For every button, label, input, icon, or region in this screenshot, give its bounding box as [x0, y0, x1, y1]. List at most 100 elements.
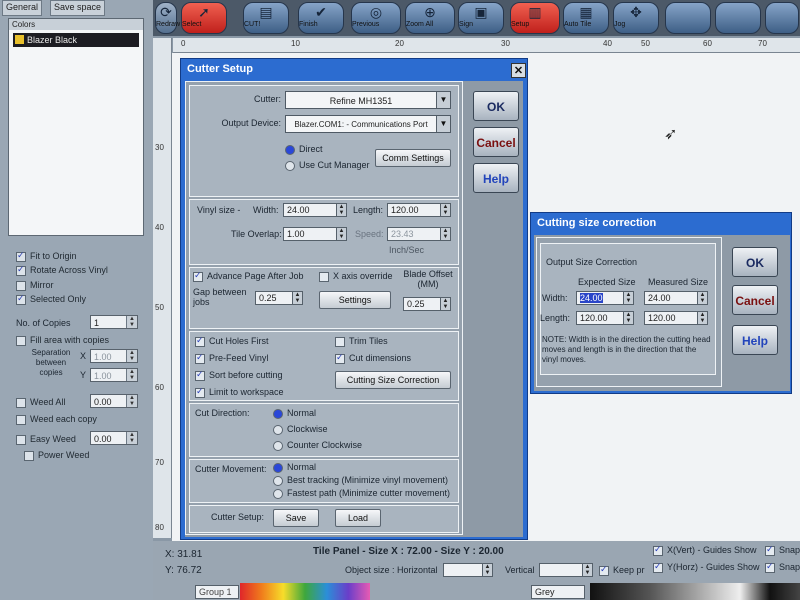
cutting-size-correction-button[interactable]: Cutting Size Correction [335, 371, 451, 389]
help-button[interactable]: Help [473, 163, 519, 193]
direction-normal-radio[interactable]: Normal [273, 408, 316, 419]
output-device-select[interactable]: Blazer.COM1: - Communications Port ▼ [285, 115, 451, 133]
easy-weed-checkbox[interactable]: Easy Weed [16, 434, 76, 445]
tile-overlap-input[interactable]: 1.00 ▲ ▼ [283, 227, 347, 241]
toolbar-blank-button[interactable] [715, 2, 761, 34]
movement-fastest-path-radio[interactable]: Fastest path (Minimize cutter movement) [273, 488, 450, 499]
sep-x-label: X [80, 351, 87, 361]
easy-weed-input[interactable]: 0.00 ▲ ▼ [90, 431, 138, 445]
expected-length-input[interactable]: 120.00 ▲ ▼ [576, 311, 634, 325]
v-tick: 30 [155, 143, 164, 152]
redraw-button[interactable]: ⟳ Redraw [155, 2, 180, 34]
color-palette[interactable] [240, 583, 370, 600]
expected-width-input[interactable]: 24.00 ▲ ▼ [576, 291, 634, 305]
movement-normal-radio[interactable]: Normal [273, 462, 316, 473]
gap-input[interactable]: 0.25 ▲ ▼ [255, 291, 303, 305]
jog-button[interactable]: ✥ Jog [613, 2, 659, 34]
ok-button[interactable]: OK [732, 247, 778, 277]
cutter-icon: ▤ [259, 4, 273, 20]
tab-general[interactable]: General [2, 0, 43, 16]
direction-counter-clockwise-label: Counter Clockwise [287, 440, 363, 450]
fill-area-checkbox[interactable]: Fill area with copies [16, 335, 109, 346]
tile-overlap-label: Tile Overlap: [231, 229, 282, 239]
left-panel: General Save space Colors Blazer Black F… [0, 0, 153, 600]
load-button[interactable]: Load [335, 509, 381, 527]
checkbox-box [24, 450, 34, 461]
rotate-across-vinyl-checkbox[interactable]: Rotate Across Vinyl [16, 264, 108, 276]
x-guides-checkbox[interactable]: X(Vert) - Guides Show [653, 544, 757, 556]
cursor-x-readout: X: 31.81 [165, 549, 203, 560]
grey-palette[interactable] [590, 583, 800, 600]
object-width-input[interactable]: ▲ ▼ [443, 563, 493, 577]
weed-each-copy-checkbox[interactable]: Weed each copy [16, 414, 97, 425]
mirror-checkbox[interactable]: Mirror [16, 280, 54, 291]
speed-input[interactable]: 23.43 ▲ ▼ [387, 227, 451, 241]
copies-input[interactable]: 1 ▲ ▼ [90, 315, 138, 329]
weed-all-input[interactable]: 0.00 ▲ ▼ [90, 394, 138, 408]
toolbar-blank-button[interactable] [665, 2, 711, 34]
limit-to-workspace-checkbox[interactable]: Limit to workspace [195, 386, 284, 398]
direction-counter-clockwise-radio[interactable]: Counter Clockwise [273, 440, 362, 451]
direction-clockwise-radio[interactable]: Clockwise [273, 424, 328, 435]
select-button[interactable]: ➚ Select [181, 2, 227, 34]
finish-button[interactable]: ✔ Finish [298, 2, 344, 34]
h-tick: 10 [291, 39, 300, 48]
width-label: Width: [542, 293, 568, 303]
colors-header: Colors [9, 19, 143, 30]
setup-button[interactable]: ▥ Setup [510, 2, 560, 34]
h-tick: 70 [758, 39, 767, 48]
h-tick: 50 [641, 39, 650, 48]
save-button[interactable]: Save [273, 509, 319, 527]
measured-length-input[interactable]: 120.00 ▲ ▼ [644, 311, 708, 325]
settings-button[interactable]: Settings [319, 291, 391, 309]
selected-only-checkbox[interactable]: Selected Only [16, 293, 86, 305]
width-input[interactable]: 24.00 ▲ ▼ [283, 203, 347, 217]
measured-width-input[interactable]: 24.00 ▲ ▼ [644, 291, 708, 305]
movement-best-tracking-radio[interactable]: Best tracking (Minimize vinyl movement) [273, 475, 448, 486]
sort-before-cutting-checkbox[interactable]: Sort before cutting [195, 369, 283, 381]
help-button[interactable]: Help [732, 325, 778, 355]
tab-save-space[interactable]: Save space [50, 0, 106, 16]
direct-radio[interactable]: Direct [285, 144, 323, 155]
use-cut-manager-radio[interactable]: Use Cut Manager [285, 160, 370, 171]
cancel-button[interactable]: Cancel [732, 285, 778, 315]
trim-tiles-checkbox[interactable]: Trim Tiles [335, 336, 388, 347]
auto-tile-button[interactable]: ▦ Auto Tile [563, 2, 609, 34]
weed-all-checkbox[interactable]: Weed All [16, 397, 65, 408]
x-axis-override-checkbox[interactable]: X axis override [319, 271, 393, 282]
snap-x-checkbox[interactable]: Snap [765, 544, 800, 556]
color-item-blazer-black[interactable]: Blazer Black [13, 33, 139, 47]
cutter-select[interactable]: Refine MH1351 ▼ [285, 91, 451, 109]
cut-button[interactable]: ▤ CUT! [243, 2, 289, 34]
sign-button[interactable]: ▣ Sign [458, 2, 504, 34]
advance-page-checkbox[interactable]: Advance Page After Job [193, 270, 304, 282]
weed-all-label: Weed All [30, 397, 66, 407]
ok-button[interactable]: OK [473, 91, 519, 121]
toolbar-blank-button[interactable] [765, 2, 799, 34]
cursor-y-readout: Y: 76.72 [165, 565, 202, 576]
y-guides-checkbox[interactable]: Y(Horz) - Guides Show [653, 561, 760, 573]
checkbox-box [599, 564, 609, 576]
previous-button[interactable]: ◎ Previous [351, 2, 401, 34]
keep-proportion-checkbox[interactable]: Keep pr [599, 564, 645, 576]
sep-y-input[interactable]: 1.00 ▲ ▼ [90, 368, 138, 382]
group-select[interactable]: Group 1 [195, 585, 239, 599]
length-input[interactable]: 120.00 ▲ ▼ [387, 203, 451, 217]
copies-label: No. of Copies [16, 318, 71, 328]
comm-settings-button[interactable]: Comm Settings [375, 149, 451, 167]
cut-dimensions-checkbox[interactable]: Cut dimensions [335, 352, 411, 364]
close-icon[interactable]: ✕ [511, 63, 526, 78]
pre-feed-vinyl-checkbox[interactable]: Pre-Feed Vinyl [195, 352, 268, 364]
fit-to-origin-checkbox[interactable]: Fit to Origin [16, 250, 77, 262]
zoom-all-button[interactable]: ⊕ Zoom All [405, 2, 455, 34]
checkbox-box [195, 335, 205, 347]
snap-y-checkbox[interactable]: Snap [765, 561, 800, 573]
sep-x-input[interactable]: 1.00 ▲ ▼ [90, 349, 138, 363]
grey-select[interactable]: Grey [531, 585, 585, 599]
width-label: Width: [253, 205, 279, 215]
object-height-input[interactable]: ▲ ▼ [539, 563, 593, 577]
cut-holes-first-checkbox[interactable]: Cut Holes First [195, 335, 269, 347]
blade-offset-input[interactable]: 0.25 ▲ ▼ [403, 297, 451, 311]
cancel-button[interactable]: Cancel [473, 127, 519, 157]
power-weed-checkbox[interactable]: Power Weed [24, 450, 89, 461]
